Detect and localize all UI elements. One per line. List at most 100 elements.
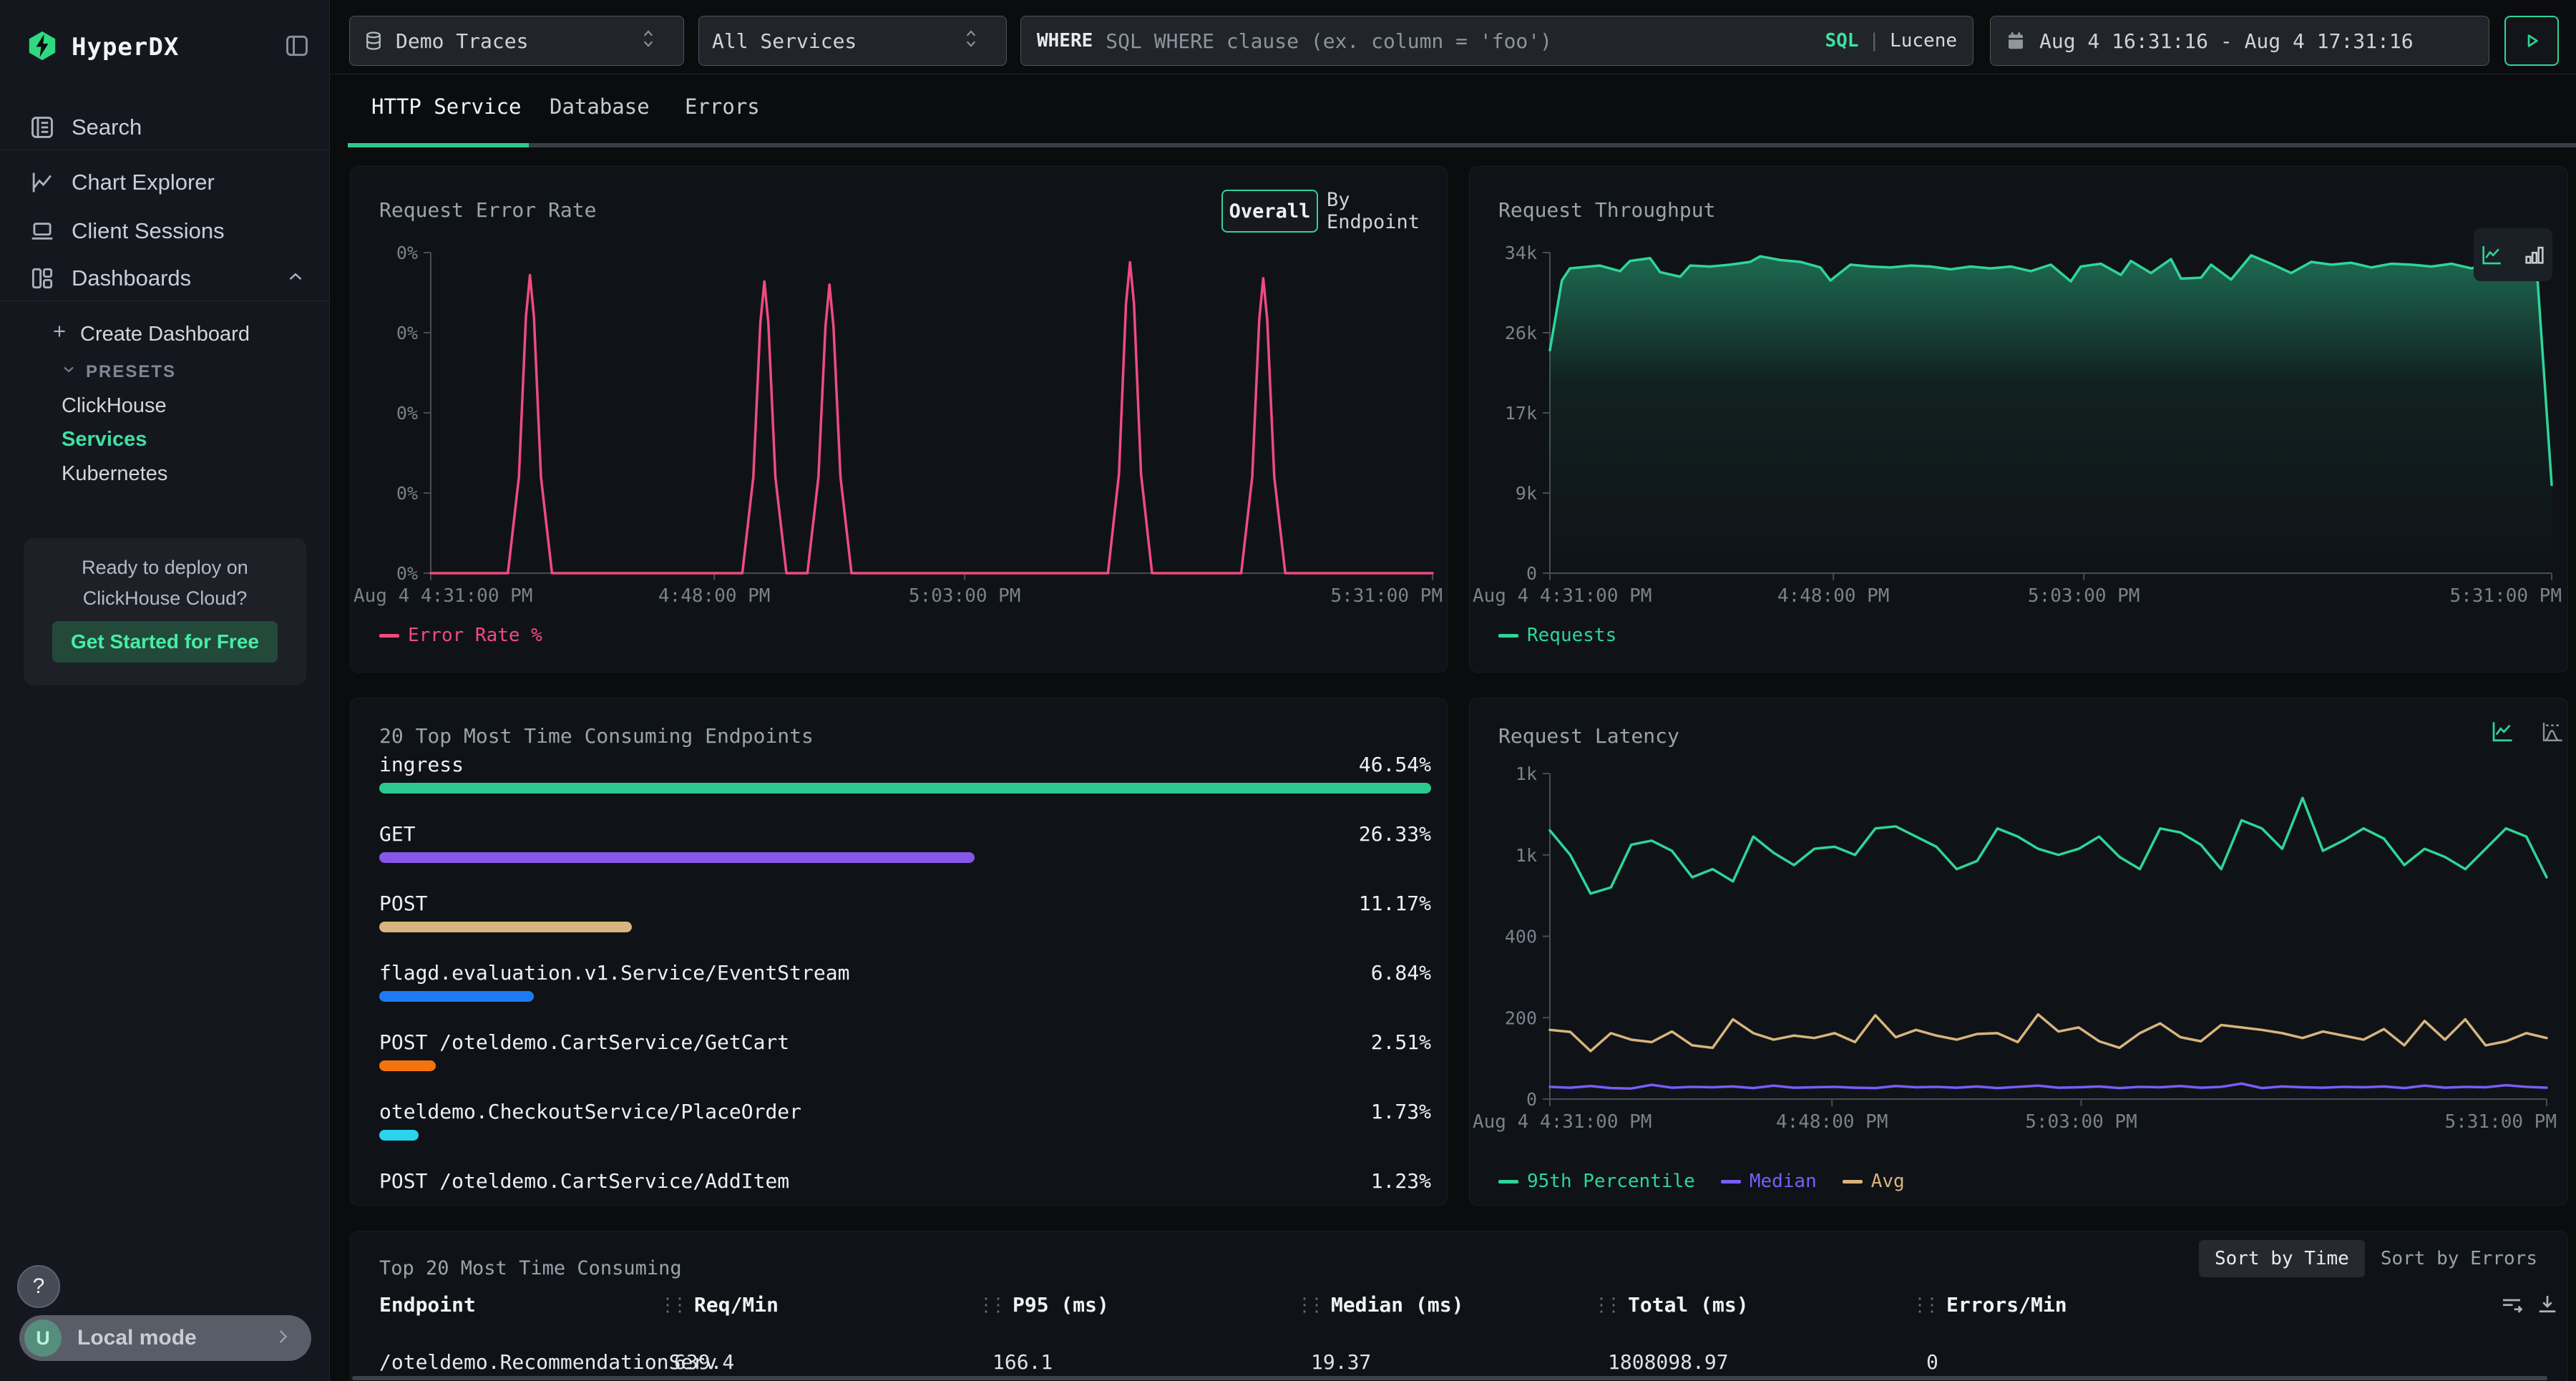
column-header-endpoint[interactable]: Endpoint	[379, 1293, 476, 1317]
bar-chart-icon[interactable]	[2522, 243, 2547, 267]
svg-text:5:31:00 PM: 5:31:00 PM	[2444, 1111, 2557, 1133]
help-button[interactable]: ?	[17, 1265, 60, 1308]
throughput-chart[interactable]: 09k17k26k34kAug 4 4:31:00 PM4:48:00 PM5:…	[1470, 237, 2568, 609]
horizontal-scrollbar[interactable]	[352, 1376, 2547, 1380]
endpoint-label: oteldemo.CheckoutService/PlaceOrder	[379, 1100, 801, 1123]
local-mode-button[interactable]: U Local mode	[19, 1315, 311, 1361]
download-icon[interactable]	[2534, 1292, 2560, 1320]
select-chevrons-icon	[962, 27, 980, 55]
endpoint-bar	[379, 852, 975, 863]
svg-text:400: 400	[1505, 927, 1537, 947]
column-header-total[interactable]: ⋮⋮Total (ms)	[1592, 1293, 1749, 1317]
sql-mode-toggle[interactable]: SQL	[1825, 30, 1858, 52]
cell-errors-min: 0	[1926, 1350, 1938, 1374]
column-header-errors-min[interactable]: ⋮⋮Errors/Min	[1911, 1293, 2067, 1317]
panel-title: 20 Top Most Time Consuming Endpoints	[379, 724, 814, 748]
toggle-overall[interactable]: Overall	[1221, 190, 1318, 233]
drag-handle-icon[interactable]: ⋮⋮	[1592, 1294, 1616, 1316]
endpoint-row[interactable]: POST /oteldemo.CartService/GetCart2.51%	[379, 1028, 1431, 1071]
endpoint-row[interactable]: POST /oteldemo.CartService/AddItem1.23%	[379, 1166, 1431, 1196]
tab-errors[interactable]: Errors	[685, 94, 760, 119]
endpoint-row[interactable]: flagd.evaluation.v1.Service/EventStream6…	[379, 958, 1431, 1002]
endpoint-label: POST /oteldemo.CartService/AddItem	[379, 1169, 789, 1193]
tab-bar: HTTP Service Database Errors	[330, 74, 2576, 147]
logo[interactable]: HyperDX	[26, 27, 311, 67]
svg-text:4:48:00 PM: 4:48:00 PM	[1777, 585, 1890, 607]
cell-median: 19.37	[1311, 1350, 1371, 1374]
tab-database[interactable]: Database	[550, 94, 650, 119]
cell-total: 1808098.97	[1608, 1350, 1729, 1374]
endpoint-row[interactable]: POST11.17%	[379, 889, 1431, 932]
preset-clickhouse[interactable]: ClickHouse	[62, 394, 167, 418]
toggle-by-endpoint[interactable]: By Endpoint	[1327, 190, 1447, 233]
panel-title: Request Error Rate	[379, 198, 596, 222]
legend-item[interactable]: Avg	[1843, 1171, 1905, 1192]
chart-legend: Error Rate %	[379, 625, 542, 646]
svg-text:200: 200	[1505, 1007, 1537, 1028]
column-header-median[interactable]: ⋮⋮Median (ms)	[1295, 1293, 1463, 1317]
tab-http-service[interactable]: HTTP Service	[371, 94, 522, 119]
create-dashboard-button[interactable]: Create Dashboard	[50, 322, 250, 346]
legend-swatch	[1843, 1180, 1863, 1184]
preset-kubernetes[interactable]: Kubernetes	[62, 462, 167, 486]
latency-chart[interactable]: 02004001k1kAug 4 4:31:00 PM4:48:00 PM5:0…	[1470, 756, 2568, 1156]
drag-handle-icon[interactable]: ⋮⋮	[1911, 1294, 1935, 1316]
panel-title: Request Throughput	[1498, 198, 1715, 222]
preset-services[interactable]: Services	[62, 428, 147, 452]
sidebar-item-chart-explorer[interactable]: Chart Explorer	[0, 160, 329, 205]
sidebar-item-dashboards[interactable]: Dashboards	[0, 256, 329, 301]
legend-item[interactable]: 95th Percentile	[1498, 1171, 1695, 1192]
get-started-button[interactable]: Get Started for Free	[52, 621, 278, 663]
column-settings-icon[interactable]	[2499, 1292, 2524, 1320]
endpoint-row[interactable]: ingress46.54%	[379, 750, 1431, 794]
line-chart-icon[interactable]	[2479, 243, 2504, 267]
service-select-value: All Services	[712, 29, 857, 53]
drag-handle-icon[interactable]: ⋮⋮	[1295, 1294, 1319, 1316]
endpoint-pct: 6.84%	[1371, 961, 1431, 985]
create-dashboard-label: Create Dashboard	[80, 323, 250, 346]
chart-legend: Requests	[1498, 625, 1616, 646]
presets-toggle[interactable]: PRESETS	[60, 361, 176, 383]
drag-handle-icon[interactable]: ⋮⋮	[977, 1294, 1001, 1316]
svg-text:0%: 0%	[396, 563, 418, 584]
service-select[interactable]: All Services	[698, 16, 1007, 66]
svg-text:4:48:00 PM: 4:48:00 PM	[658, 585, 771, 607]
column-header-req-min[interactable]: ⋮⋮Req/Min	[658, 1293, 779, 1317]
svg-text:5:03:00 PM: 5:03:00 PM	[2028, 585, 2140, 607]
svg-text:9k: 9k	[1516, 483, 1537, 504]
sidebar-item-label: Chart Explorer	[72, 170, 215, 195]
endpoint-row[interactable]: oteldemo.CheckoutService/PlaceOrder1.73%	[379, 1097, 1431, 1141]
legend-item[interactable]: Error Rate %	[379, 625, 542, 646]
endpoint-row[interactable]: GET26.33%	[379, 819, 1431, 863]
histogram-icon[interactable]	[2540, 718, 2565, 747]
svg-text:0%: 0%	[396, 243, 418, 263]
legend-item[interactable]: Median	[1721, 1171, 1817, 1192]
cell-p95: 166.1	[992, 1350, 1053, 1374]
endpoint-bar	[379, 1060, 436, 1071]
line-chart-icon[interactable]	[2489, 718, 2515, 747]
sidebar-item-search[interactable]: Search	[0, 105, 329, 150]
sidebar-item-client-sessions[interactable]: Client Sessions	[0, 209, 329, 253]
source-select[interactable]: Demo Traces	[349, 16, 684, 66]
search-input[interactable]: WHERE SQL WHERE clause (ex. column = 'fo…	[1020, 16, 1974, 66]
sort-by-errors-button[interactable]: Sort by Errors	[2365, 1240, 2553, 1277]
dashboard-content: Request Error Rate Overall By Endpoint 0…	[330, 147, 2576, 1381]
time-range-picker[interactable]: Aug 4 16:31:16 - Aug 4 17:31:16	[1990, 16, 2489, 66]
svg-text:34k: 34k	[1505, 243, 1537, 263]
legend-swatch	[1498, 1180, 1518, 1184]
sidebar-item-label: Dashboards	[72, 265, 191, 291]
app-title: HyperDX	[72, 33, 179, 62]
drag-handle-icon[interactable]: ⋮⋮	[658, 1294, 683, 1316]
collapse-sidebar-icon[interactable]	[283, 32, 311, 62]
svg-text:5:03:00 PM: 5:03:00 PM	[909, 585, 1021, 607]
lucene-mode-toggle[interactable]: Lucene	[1890, 30, 1957, 52]
legend-item[interactable]: Requests	[1498, 625, 1616, 646]
sort-by-time-button[interactable]: Sort by Time	[2199, 1240, 2365, 1277]
endpoint-pct: 11.17%	[1359, 892, 1431, 915]
hyperdx-logo-icon	[26, 29, 59, 65]
run-query-button[interactable]	[2504, 16, 2559, 66]
svg-text:5:31:00 PM: 5:31:00 PM	[2449, 585, 2562, 607]
sort-controls: Sort by Time Sort by Errors	[2199, 1240, 2553, 1277]
error-rate-chart[interactable]: 0%0%0%0%0%Aug 4 4:31:00 PM4:48:00 PM5:03…	[351, 237, 1448, 609]
column-header-p95[interactable]: ⋮⋮P95 (ms)	[977, 1293, 1109, 1317]
